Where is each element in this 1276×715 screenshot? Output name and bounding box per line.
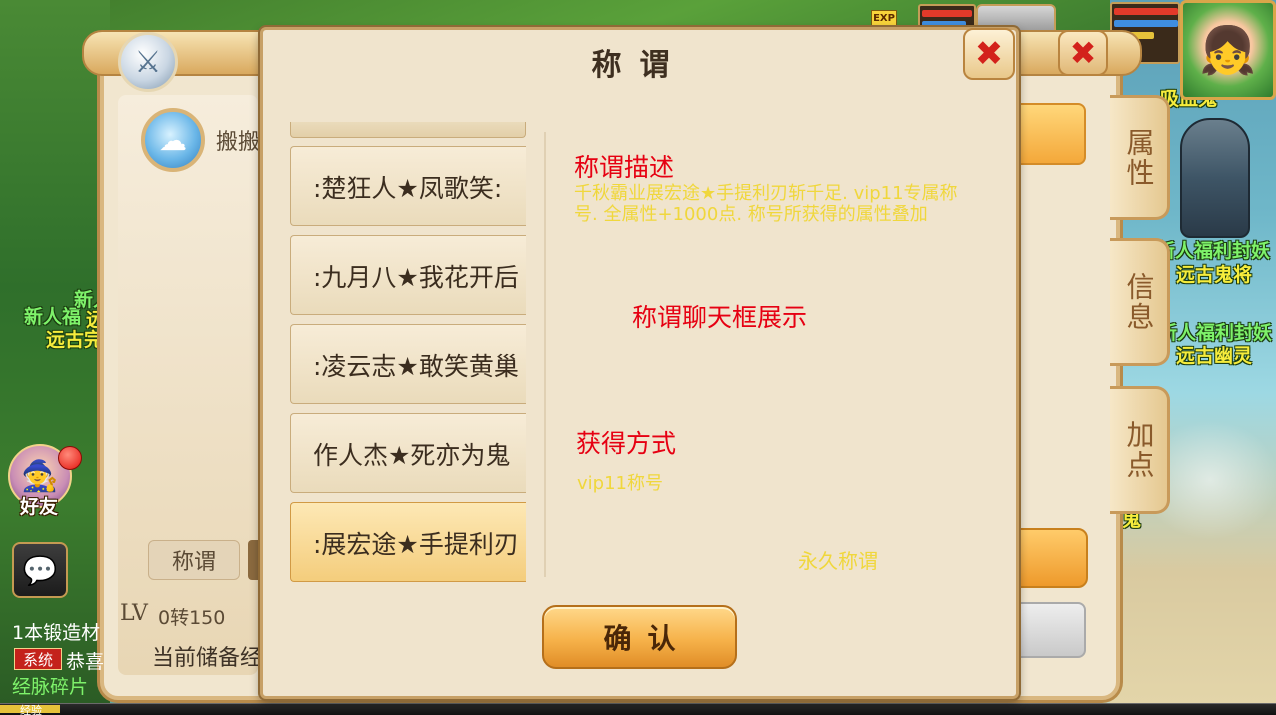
panel-orange-button[interactable] [1010,528,1088,588]
close-icon: ✖ [974,34,1004,74]
description-text: 千秋霸业展宏途★手提利刃斩千足. vip11专属称号. 全属性+1000点. 称… [574,183,958,225]
girl-portrait-icon: 👧 [1199,22,1257,77]
list-item[interactable]: 作人杰★死亦为鬼 [290,413,526,493]
sword-icon: ⚔ [118,32,178,92]
obtain-method-text: vip11称号 [577,473,663,494]
chat-button[interactable]: 💬 [12,542,68,598]
list-item[interactable]: :凌云志★敢笑黄巢 [290,324,526,404]
list-item[interactable]: :九月八★我花开后 [290,235,526,315]
list-item-label: :凌云志★敢笑黄巢 [313,352,519,381]
npc-name-newbie-1[interactable]: 新人福利封妖 [1156,236,1270,263]
cloud-orb-icon[interactable]: ☁ [141,108,205,172]
list-item-label: 作人杰★死亦为鬼 [313,441,511,470]
experience-label: 经验 [20,704,42,715]
storage-exp-label: 当前储备经 [152,646,262,671]
dialog-title: 称谓 [591,48,688,83]
level-label: LV [120,601,148,626]
game-world-left [0,0,110,715]
witch-portrait-icon: 🧙 [21,458,59,494]
chat-line-3: 经脉碎片 [12,676,89,698]
character-panel-close-button[interactable]: ✖ [1058,30,1108,76]
level-value: 0转150 [158,607,226,629]
npc-name-ancient-ghost[interactable]: 远古幽灵 [1176,341,1252,368]
tab-info[interactable]: 信息 [1110,238,1170,366]
duration-text: 永久称谓 [798,549,878,573]
chat-line-2: 恭喜 [66,651,105,673]
move-label: 搬搬 [216,130,261,155]
experience-bar [0,703,1276,715]
dialog-divider [544,132,546,577]
close-icon: ✖ [1069,34,1097,72]
exp-tag: EXP [871,10,897,26]
title-list[interactable]: :楚狂人★凤歌笑: :九月八★我花开后 :凌云志★敢笑黄巢 作人杰★死亦为鬼 :… [290,122,526,584]
panel-gray-button[interactable] [1010,602,1086,658]
title-tab-button[interactable]: 称谓 [148,540,240,580]
tab-attributes[interactable]: 属性 [1110,95,1170,220]
dialog-close-button[interactable]: ✖ [963,28,1015,80]
system-tag: 系统 [14,648,62,670]
npc-name-ancient-ghost-general[interactable]: 远古鬼将 [1176,260,1252,287]
chat-line-1: 1本锻造材 [12,622,101,644]
character-panel-sidebar [118,95,258,675]
list-item-label: :九月八★我花开后 [313,263,519,292]
list-item-label: :展宏途★手提利刃 [313,530,519,559]
obtain-method-heading: 获得方式 [576,429,677,458]
friend-label[interactable]: 好友 [20,492,58,519]
list-item-label: :楚狂人★凤歌笑: [313,174,503,203]
player-avatar[interactable]: 👧 [1180,0,1276,100]
confirm-button[interactable]: 确认 [542,605,737,669]
notification-dot-icon [58,446,82,470]
list-item[interactable]: :楚狂人★凤歌笑: [290,146,526,226]
chat-bubble-icon: 💬 [22,553,58,587]
list-item-selected[interactable]: :展宏途★手提利刃 [290,502,526,582]
list-item-partial[interactable] [290,122,526,138]
description-heading: 称谓描述 [574,153,675,182]
chatbox-preview-heading: 称谓聊天框展示 [632,303,808,332]
tab-add-points[interactable]: 加点 [1110,386,1170,514]
npc-warrior-sprite[interactable] [1180,118,1250,238]
panel-orange-field [1010,103,1086,165]
